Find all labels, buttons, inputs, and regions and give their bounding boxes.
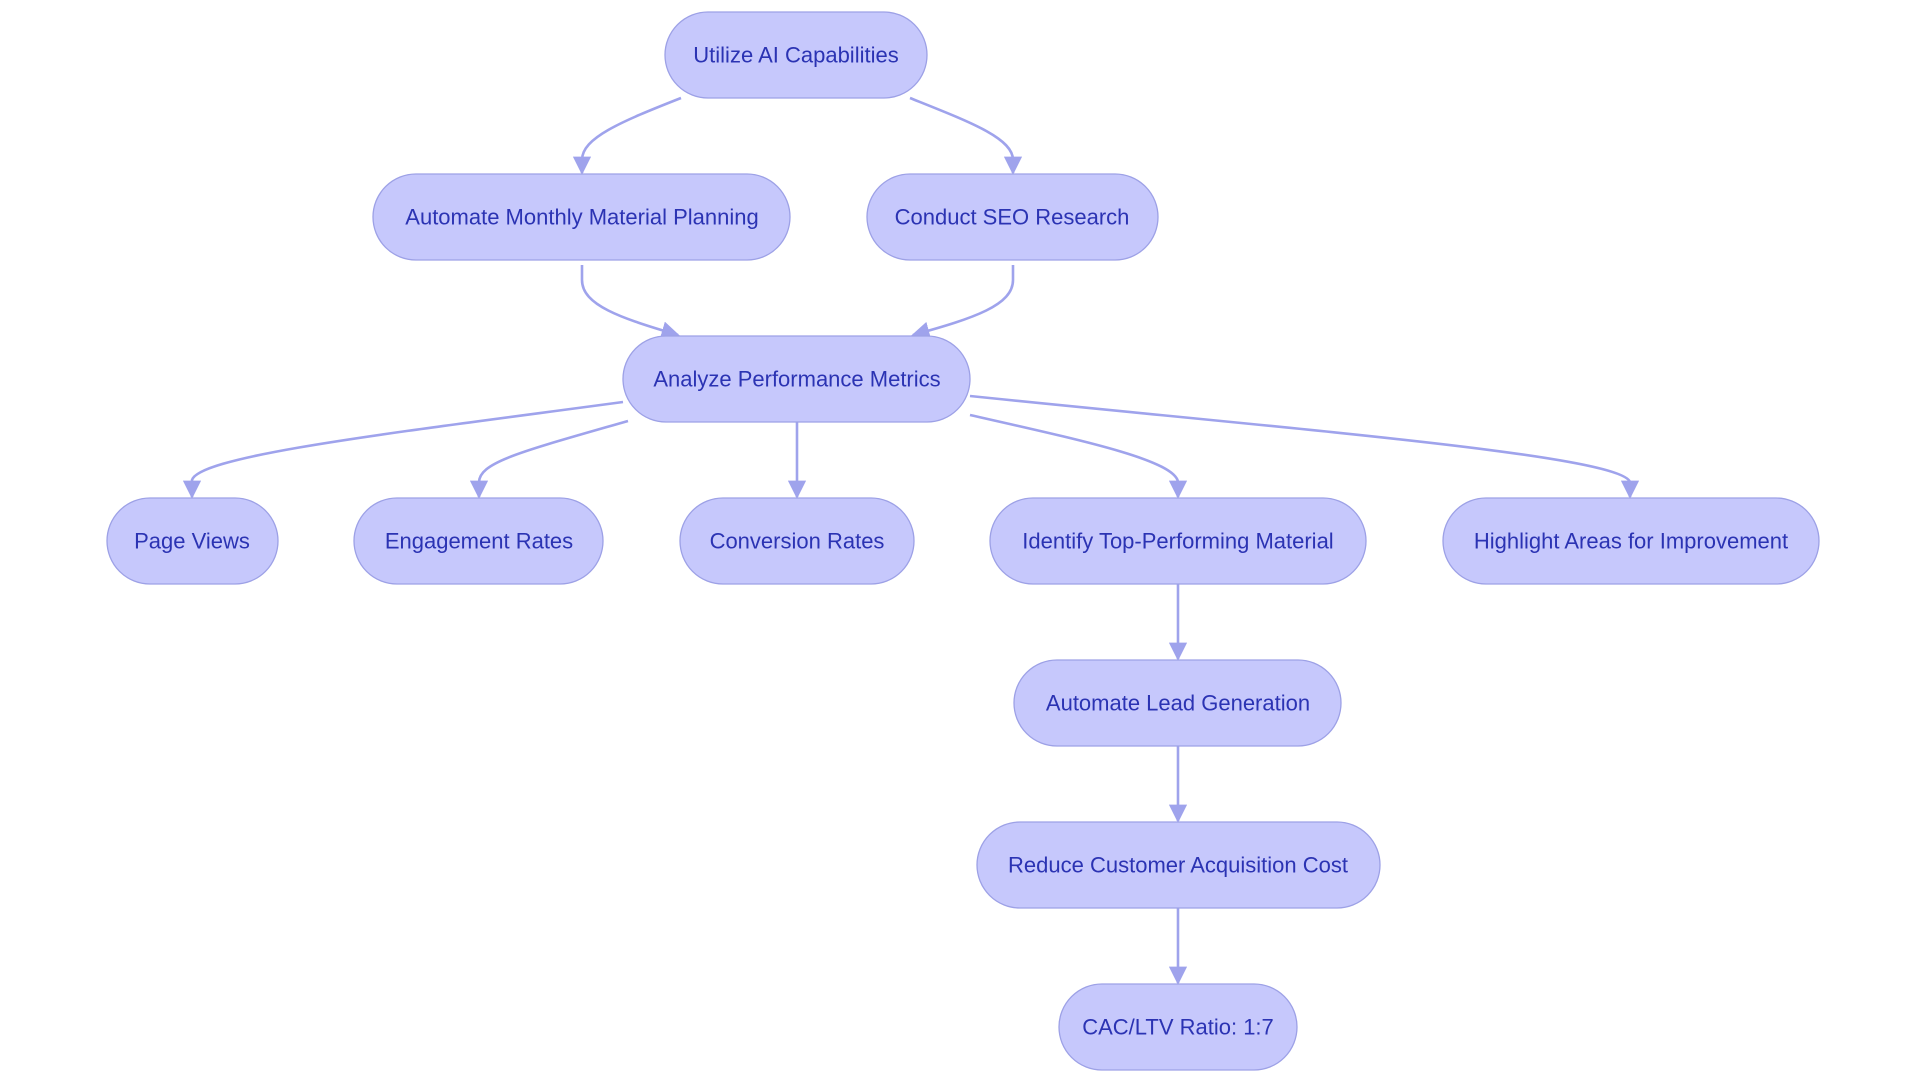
node-label: Reduce Customer Acquisition Cost <box>1008 853 1348 878</box>
edge-analyze-metrics-to-identify-top <box>969 413 1188 499</box>
node-cac-ltv[interactable]: CAC/LTV Ratio: 1:7 <box>1058 983 1298 1071</box>
node-engagement-rates[interactable]: Engagement Rates <box>353 497 604 585</box>
node-label: Engagement Rates <box>385 529 573 554</box>
node-label: Page Views <box>134 529 250 554</box>
node-highlight-areas[interactable]: Highlight Areas for Improvement <box>1442 497 1820 585</box>
node-label: Identify Top-Performing Material <box>1022 529 1333 554</box>
node-label: CAC/LTV Ratio: 1:7 <box>1082 1015 1274 1040</box>
node-label: Conduct SEO Research <box>895 205 1130 230</box>
edge-analyze-metrics-to-highlight-areas <box>969 394 1640 499</box>
node-automate-planning[interactable]: Automate Monthly Material Planning <box>372 173 791 261</box>
node-automate-lead[interactable]: Automate Lead Generation <box>1013 659 1342 747</box>
edge-analyze-metrics-to-engagement-rates <box>469 419 629 499</box>
node-seo-research[interactable]: Conduct SEO Research <box>866 173 1159 261</box>
node-label: Conversion Rates <box>710 529 885 554</box>
node-analyze-metrics[interactable]: Analyze Performance Metrics <box>622 335 971 423</box>
node-label: Automate Lead Generation <box>1046 691 1310 716</box>
node-reduce-cac[interactable]: Reduce Customer Acquisition Cost <box>976 821 1381 909</box>
node-label: Automate Monthly Material Planning <box>405 205 758 230</box>
flowchart-diagram: Utilize AI Capabilities Automate Monthly… <box>106 11 1820 1071</box>
edge-seo-research-to-analyze-metrics <box>911 265 1015 340</box>
node-page-views[interactable]: Page Views <box>106 497 279 585</box>
node-conversion-rates[interactable]: Conversion Rates <box>679 497 915 585</box>
node-label: Utilize AI Capabilities <box>693 43 898 68</box>
edge-utilize-ai-to-automate-planning <box>572 96 682 175</box>
node-label: Analyze Performance Metrics <box>653 367 940 392</box>
edge-automate-planning-to-analyze-metrics <box>580 265 680 340</box>
edge-utilize-ai-to-seo-research <box>909 96 1023 175</box>
node-label: Highlight Areas for Improvement <box>1474 529 1788 554</box>
nodes-layer: Utilize AI Capabilities Automate Monthly… <box>106 11 1820 1071</box>
node-identify-top[interactable]: Identify Top-Performing Material <box>989 497 1367 585</box>
edge-analyze-metrics-to-page-views <box>182 400 624 499</box>
node-utilize-ai[interactable]: Utilize AI Capabilities <box>664 11 928 99</box>
